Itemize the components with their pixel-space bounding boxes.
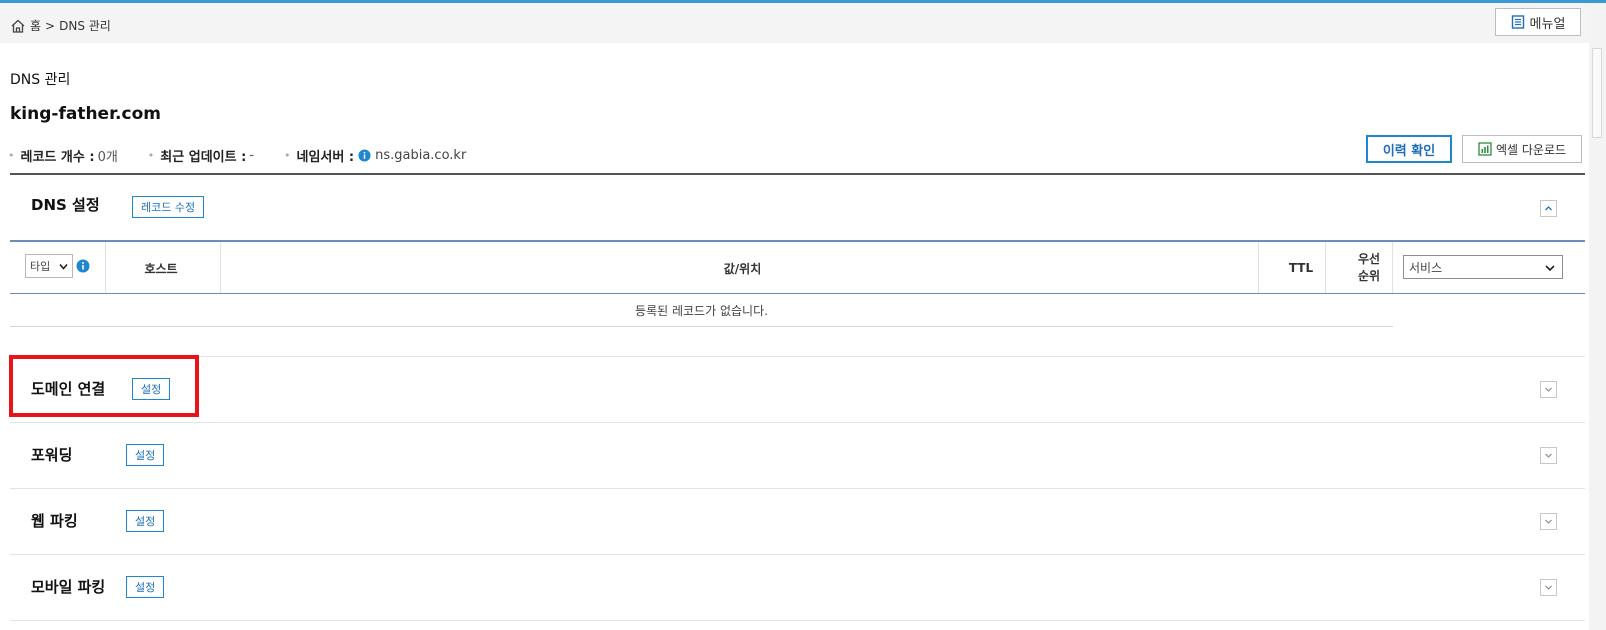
mobile-parking-settings-button[interactable]: 설정 [126,576,165,598]
breadcrumb-separator: > [45,18,56,33]
manual-button[interactable]: 메뉴얼 [1495,8,1581,36]
breadcrumb-home[interactable]: 홈 [30,17,41,34]
column-divider [1258,242,1259,294]
section-divider [10,620,1585,621]
divider [10,173,1585,175]
last-update-value: - [249,148,255,163]
section-divider [10,554,1585,555]
empty-row-line [10,326,1393,327]
mobile-parking-expand-button[interactable] [1540,579,1557,596]
bullet-icon: • [147,149,155,162]
nameserver: • 네임서버 : ns.gabia.co.kr [284,146,466,165]
history-button[interactable]: 이력 확인 [1366,135,1452,163]
forwarding-settings-button[interactable]: 설정 [126,444,165,466]
web-parking-settings-button[interactable]: 설정 [126,510,165,532]
excel-download-label: 엑셀 다운로드 [1495,142,1567,157]
records-table-header: 호스트 값/위치 TTL 우선 순위 [10,242,1585,294]
column-host: 호스트 [144,261,178,276]
empty-records-message: 등록된 레코드가 없습니다. [635,304,768,318]
column-divider [220,242,221,294]
chevron-down-icon [1545,519,1552,524]
top-bar: 홈 > DNS 관리 [0,3,1606,43]
domain-title: king-father.com [10,104,161,124]
nameserver-value: ns.gabia.co.kr [375,148,467,163]
dns-collapse-button[interactable] [1540,200,1557,217]
column-divider [1325,242,1326,294]
mobile-parking-title: 모바일 파킹 [31,578,106,596]
chevron-down-icon [1545,453,1552,458]
record-count-label: 레코드 개수 : [20,150,95,165]
chevron-down-icon [1545,265,1555,272]
forwarding-expand-button[interactable] [1540,447,1557,464]
web-parking-expand-button[interactable] [1540,513,1557,530]
section-divider [10,422,1585,423]
nameserver-label: 네임서버 : [296,150,355,165]
excel-download-button[interactable]: 엑셀 다운로드 [1462,135,1582,163]
column-divider [105,242,106,294]
record-count-value: 0개 [97,150,118,165]
record-count: • 레코드 개수 : 0개 [8,146,118,165]
column-priority-line1: 우선 [1357,252,1381,266]
type-select[interactable]: 타입 [25,254,73,278]
breadcrumb-current: DNS 관리 [59,19,111,33]
service-select[interactable]: 서비스 [1403,255,1563,279]
info-icon[interactable] [358,149,371,162]
chevron-down-icon [59,263,68,270]
forwarding-title: 포워딩 [31,446,73,464]
bullet-icon: • [284,149,291,162]
type-select-value: 타입 [30,260,51,273]
service-select-value: 서비스 [1409,260,1443,275]
chevron-up-icon [1545,206,1552,211]
column-divider [1392,242,1393,294]
section-divider [10,488,1585,489]
breadcrumb: 홈 > DNS 관리 [10,17,111,34]
column-priority-line2: 순위 [1357,269,1381,283]
chevron-down-icon [1545,585,1552,590]
web-parking-title: 웹 파킹 [31,512,78,530]
highlight-box [9,355,199,417]
dns-settings-title: DNS 설정 [31,196,100,214]
page-subtitle: DNS 관리 [10,72,71,88]
domain-meta: • 레코드 개수 : 0개 • 최근 업데이트 : - • 네임서버 : ns.… [8,146,496,165]
last-update: • 최근 업데이트 : - [148,146,254,165]
bullet-icon: • [8,149,15,162]
info-icon[interactable] [76,259,90,273]
scrollbar-thumb[interactable] [1592,48,1602,138]
home-icon[interactable] [10,18,26,34]
last-update-label: 최근 업데이트 : [160,150,247,165]
column-value: 값/위치 [723,261,762,276]
domain-connect-expand-button[interactable] [1540,381,1557,398]
section-divider [10,356,1585,357]
edit-records-button[interactable]: 레코드 수정 [132,196,205,218]
manual-label: 메뉴얼 [1529,16,1566,32]
document-icon [1511,15,1524,29]
chevron-down-icon [1545,387,1552,392]
excel-icon [1478,142,1492,156]
